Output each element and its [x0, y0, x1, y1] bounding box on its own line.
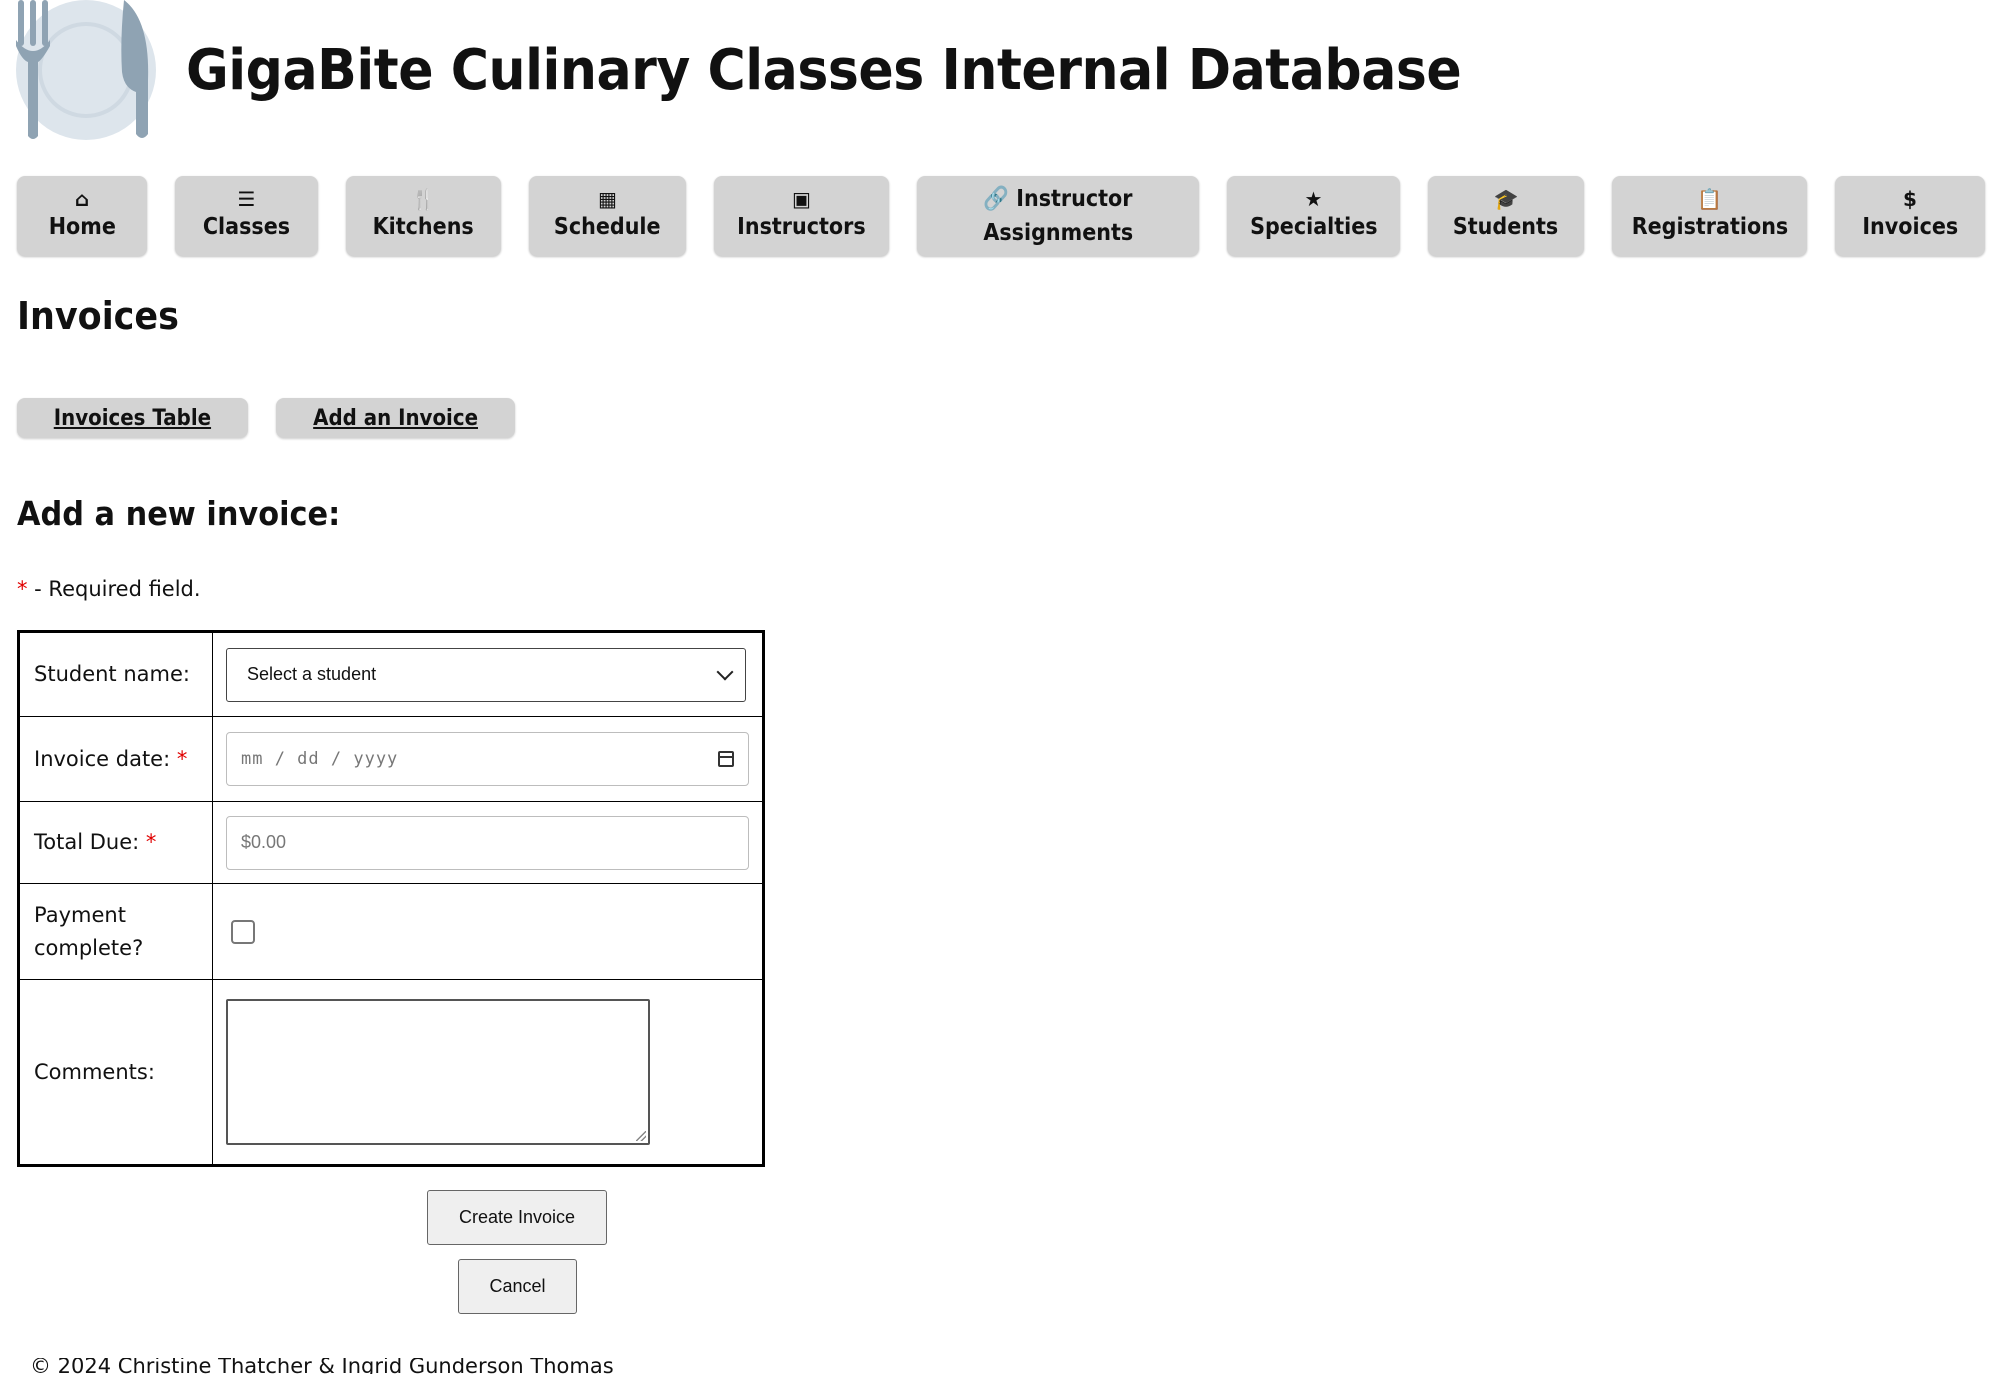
resize-handle-icon[interactable] — [636, 1131, 646, 1141]
chalkboard-icon: ▣ — [792, 187, 811, 211]
total-due-placeholder: $0.00 — [241, 832, 287, 852]
nav-specialties-button[interactable]: ★ Specialties — [1227, 176, 1400, 256]
clipboard-icon: 📋 — [1697, 187, 1722, 211]
student-select[interactable]: Select a student — [226, 647, 746, 702]
invoice-date-label: Invoice date: * — [18, 716, 213, 802]
chevron-down-icon — [716, 663, 734, 680]
required-star: * — [17, 577, 28, 601]
nav-label-line1: 🔗 Instructor — [983, 182, 1132, 216]
payment-label-line2: complete? — [34, 935, 144, 960]
add-invoice-link[interactable]: Add an Invoice — [275, 398, 515, 438]
payment-complete-checkbox[interactable] — [231, 919, 255, 944]
main-nav: ⌂ Home ☰ Classes 🍴 Kitchens ▦ Schedule ▣… — [17, 176, 1985, 256]
student-select-value: Select a student — [247, 664, 377, 684]
form-heading: Add a new invoice: — [17, 494, 341, 533]
nav-invoices-button[interactable]: $ Invoices — [1835, 176, 1985, 256]
required-note-text: - Required field. — [27, 577, 201, 601]
nav-instructor-assignments-button[interactable]: 🔗 Instructor Assignments — [917, 176, 1199, 256]
invoice-date-placeholder: mm / dd / yyyy — [241, 749, 399, 769]
site-title: GigaBite Culinary Classes Internal Datab… — [186, 37, 1462, 103]
nav-label: Classes — [202, 214, 291, 240]
comments-label-text: Comments: — [34, 1059, 155, 1084]
graduation-cap-icon: 🎓 — [1493, 187, 1519, 211]
comments-label: Comments: — [18, 979, 213, 1166]
required-note: * - Required field. — [17, 577, 201, 601]
required-star: * — [145, 830, 157, 854]
comments-textarea[interactable] — [226, 999, 650, 1145]
dollar-circle-icon: $ — [1903, 187, 1917, 211]
payment-complete-label: Payment complete? — [18, 883, 213, 980]
invoices-table-link[interactable]: Invoices Table — [17, 398, 248, 438]
nav-label-line2: Assignments — [983, 220, 1133, 246]
nav-label: Schedule — [554, 214, 661, 240]
invoice-date-input[interactable]: mm / dd / yyyy — [226, 732, 749, 786]
link-icon: 🔗 — [983, 186, 1010, 212]
required-star: * — [176, 746, 188, 771]
nav-students-button[interactable]: 🎓 Students — [1428, 176, 1584, 256]
total-due-input[interactable]: $0.00 — [226, 815, 749, 870]
house-icon: ⌂ — [74, 187, 90, 211]
calendar-icon: ▦ — [598, 187, 617, 211]
nav-label: Kitchens — [372, 214, 475, 240]
total-due-label-text: Total Due: — [34, 830, 140, 854]
invoice-form-table: Student name: Select a student Invoice d… — [17, 630, 765, 1167]
nav-label: Students — [1453, 214, 1559, 240]
student-label: Student name: — [18, 631, 213, 717]
nav-label: Invoices — [1862, 214, 1958, 240]
utensils-icon: 🍴 — [411, 187, 436, 211]
nav-label: Home — [48, 214, 116, 240]
student-label-text: Student name: — [34, 662, 190, 686]
nav-label: Instructors — [737, 214, 866, 240]
nav-kitchens-button[interactable]: 🍴 Kitchens — [346, 176, 501, 256]
nav-instructors-button[interactable]: ▣ Instructors — [714, 176, 889, 256]
payment-label-line1: Payment — [34, 902, 126, 927]
plate-fork-knife-icon — [16, 0, 156, 140]
invoices-table-link-text: Invoices Table — [53, 405, 212, 431]
nav-label-line1-text: Instructor — [1016, 186, 1133, 212]
page-title: Invoices — [17, 294, 179, 338]
total-due-label: Total Due: * — [18, 801, 213, 884]
site-header: GigaBite Culinary Classes Internal Datab… — [16, 0, 1557, 140]
nav-home-button[interactable]: ⌂ Home — [17, 176, 147, 256]
nav-registrations-button[interactable]: 📋 Registrations — [1612, 176, 1807, 256]
star-icon: ★ — [1304, 187, 1323, 211]
cancel-button[interactable]: Cancel — [458, 1259, 577, 1314]
nav-label: Specialties — [1249, 214, 1378, 240]
sub-nav: Invoices Table Add an Invoice — [17, 398, 543, 438]
add-invoice-link-text: Add an Invoice — [312, 405, 478, 431]
create-invoice-button[interactable]: Create Invoice — [427, 1190, 607, 1245]
list-icon: ☰ — [237, 187, 256, 211]
nav-label: Registrations — [1631, 214, 1788, 240]
calendar-icon[interactable] — [718, 751, 734, 767]
invoice-date-label-text: Invoice date: — [34, 746, 171, 771]
footer-copyright: © 2024 Christine Thatcher & Ingrid Gunde… — [30, 1358, 614, 1374]
nav-classes-button[interactable]: ☰ Classes — [175, 176, 318, 256]
nav-schedule-button[interactable]: ▦ Schedule — [529, 176, 686, 256]
